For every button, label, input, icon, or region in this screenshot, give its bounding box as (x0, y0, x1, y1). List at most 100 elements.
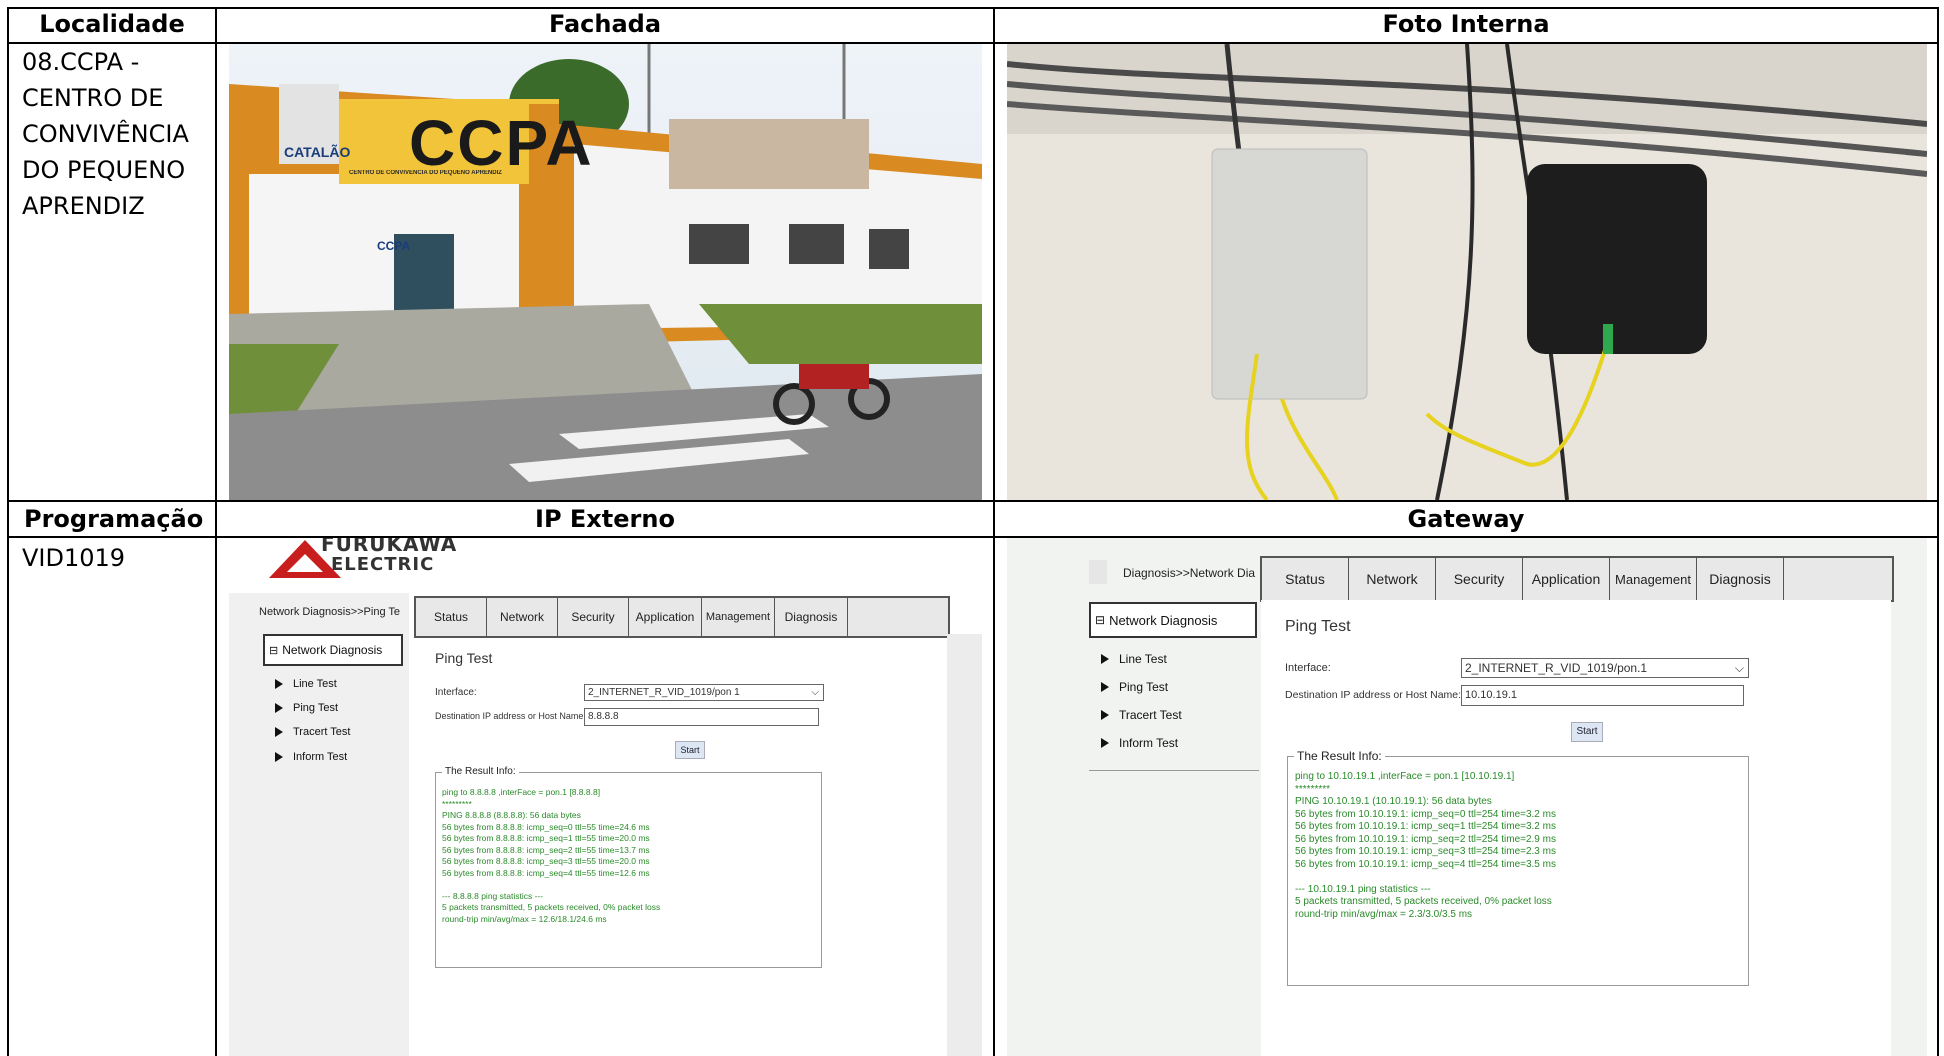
facade-photo: CCPA CENTRO DE CONVIVÊNCIA DO PEQUENO AP… (229, 44, 982, 500)
collapse-icon: ⊟ (1095, 613, 1106, 627)
ip-externo-screenshot: FURUKAWA ELECTRIC Network Diagnosis>>Pin… (229, 538, 982, 1056)
tab-application[interactable]: Application (629, 598, 702, 636)
tab-status[interactable]: Status (1262, 558, 1349, 600)
result-box: The Result Info: ping to 10.10.19.1 ,int… (1287, 749, 1749, 986)
result-line: 56 bytes from 10.10.19.1: icmp_seq=0 ttl… (1295, 808, 1556, 820)
interface-select[interactable]: 2_INTERNET_R_VID_1019/pon.1 ⌵ (1461, 658, 1749, 678)
chevron-down-icon: ⌵ (811, 687, 819, 698)
collapse-icon: ⊟ (269, 644, 279, 657)
sidebar-item-inform-test[interactable]: Inform Test (275, 751, 347, 763)
arrow-right-icon (275, 727, 283, 737)
arrow-right-icon (1101, 682, 1109, 692)
tab-diagnosis[interactable]: Diagnosis (1697, 558, 1784, 600)
result-line (442, 879, 660, 891)
sidebar-item-line-test[interactable]: Line Test (1101, 652, 1167, 666)
right-gutter (947, 634, 982, 1056)
dest-label: Destination IP address or Host Name: (1285, 689, 1462, 701)
result-line: 56 bytes from 8.8.8.8: icmp_seq=4 ttl=55… (442, 867, 650, 878)
sidebar-item-ping-test[interactable]: Ping Test (1101, 680, 1168, 694)
table-line-top (7, 7, 1939, 9)
result-line: 56 bytes from 10.10.19.1: icmp_seq=2 ttl… (1295, 833, 1556, 845)
result-line: 56 bytes from 8.8.8.8: icmp_seq=1 ttl=55… (442, 833, 650, 843)
result-line: ping to 8.8.8.8 ,interFace = pon.1 [8.8.… (442, 787, 601, 797)
side-header-network-diagnosis[interactable]: ⊟ Network Diagnosis (263, 634, 403, 666)
facade-sign-main: CCPA (409, 107, 594, 179)
breadcrumb: Diagnosis>>Network Dia (1123, 566, 1256, 580)
result-line: 5 packets transmitted, 5 packets receive… (1295, 896, 1552, 907)
tab-status[interactable]: Status (416, 598, 487, 636)
result-line: 56 bytes from 8.8.8.8: icmp_seq=3 ttl=55… (442, 856, 650, 866)
result-line: 56 bytes from 10.10.19.1: icmp_seq=1 ttl… (1295, 821, 1556, 832)
arrow-right-icon (275, 752, 283, 762)
tab-diagnosis[interactable]: Diagnosis (775, 598, 848, 636)
facade-illustration (229, 44, 982, 500)
internal-illustration (1007, 44, 1927, 500)
sidebar-item-tracert-test[interactable]: Tracert Test (275, 726, 350, 738)
result-line: --- 8.8.8.8 ping statistics --- (442, 890, 544, 901)
result-title: The Result Info: (1294, 749, 1385, 763)
arrow-right-icon (1101, 738, 1109, 748)
breadcrumb: Network Diagnosis>>Ping Te (259, 606, 401, 618)
tab-management[interactable]: Management (1610, 558, 1697, 600)
result-line: ********* (442, 798, 472, 809)
ip-tabs: Status Network Security Application Mana… (414, 596, 950, 638)
dest-input[interactable]: 10.10.19.1 (1461, 685, 1744, 706)
result-line: round-trip min/avg/max = 12.6/18.1/24.6 … (442, 913, 607, 924)
dest-label: Destination IP address or Host Name: (435, 711, 586, 721)
arrow-right-icon (1101, 710, 1109, 720)
tab-security[interactable]: Security (1436, 558, 1523, 600)
sidebar-item-line-test[interactable]: Line Test (275, 678, 337, 690)
result-line: ********* (1295, 783, 1331, 795)
result-line: 56 bytes from 10.10.19.1: icmp_seq=4 ttl… (1295, 858, 1556, 870)
gw-sidebar: ⊟ Network Diagnosis Line Test Ping Test … (1089, 602, 1259, 782)
tab-network[interactable]: Network (487, 598, 558, 636)
sidebar-item-inform-test[interactable]: Inform Test (1101, 736, 1178, 750)
header-ip-externo: IP Externo (535, 505, 675, 533)
header-gateway: Gateway (1407, 505, 1525, 533)
side-header-network-diagnosis[interactable]: ⊟ Network Diagnosis (1089, 602, 1257, 638)
result-line (1295, 871, 1556, 884)
interface-label: Interface: (435, 687, 477, 698)
header-localidade: Localidade (39, 10, 185, 38)
arrow-right-icon (275, 679, 283, 689)
dest-input[interactable]: 8.8.8.8 (584, 708, 819, 726)
facade-logo-text: CATALÃO (284, 144, 351, 160)
result-line: round-trip min/avg/max = 2.3/3.0/3.5 ms (1295, 908, 1473, 920)
result-lines: ping to 10.10.19.1 ,interFace = pon.1 [1… (1295, 771, 1556, 921)
result-line: ping to 10.10.19.1 ,interFace = pon.1 [1… (1295, 771, 1515, 782)
result-line: PING 10.10.19.1 (10.10.19.1): 56 data by… (1295, 796, 1492, 807)
programacao-value: VID1019 (22, 544, 126, 572)
table-line-right (1937, 7, 1939, 1056)
side-header-label: Network Diagnosis (282, 643, 383, 657)
sidebar-item-ping-test[interactable]: Ping Test (275, 702, 338, 714)
brand-line2: ELECTRIC (331, 554, 435, 575)
side-header-label: Network Diagnosis (1109, 612, 1218, 628)
sidebar-item-tracert-test[interactable]: Tracert Test (1101, 708, 1182, 722)
tab-management[interactable]: Management (702, 598, 775, 636)
result-line: 5 packets transmitted, 5 packets receive… (442, 902, 661, 912)
start-button[interactable]: Start (1571, 722, 1603, 742)
start-button[interactable]: Start (675, 741, 705, 759)
facade-door-sign: CCPA (377, 239, 411, 253)
ip-sidebar: ⊟ Network Diagnosis Line Test Ping Test … (263, 634, 409, 834)
result-title: The Result Info: (442, 766, 519, 777)
header-programacao: Programação (24, 505, 204, 533)
home-icon (1089, 560, 1107, 584)
sidebar-divider (1089, 770, 1259, 771)
result-line: 56 bytes from 8.8.8.8: icmp_seq=2 ttl=55… (442, 844, 650, 855)
result-line: PING 8.8.8.8 (8.8.8.8): 56 data bytes (442, 810, 581, 820)
tab-security[interactable]: Security (558, 598, 629, 636)
table-line-row1-bottom (7, 500, 1939, 502)
interface-select[interactable]: 2_INTERNET_R_VID_1019/pon 1 ⌵ (584, 684, 824, 701)
facade-sign-sub: CENTRO DE CONVIVÊNCIA DO PEQUENO APRENDI… (349, 170, 502, 176)
gw-tabs: Status Network Security Application Mana… (1260, 556, 1894, 602)
tab-application[interactable]: Application (1523, 558, 1610, 600)
arrow-right-icon (275, 703, 283, 713)
result-lines: ping to 8.8.8.8 ,interFace = pon.1 [8.8.… (442, 787, 660, 925)
header-fachada: Fachada (548, 10, 662, 38)
localidade-text: 08.CCPA - CENTRO DE CONVIVÊNCIA DO PEQUE… (22, 48, 189, 220)
gateway-screenshot: Diagnosis>>Network Dia Status Network Se… (1007, 538, 1927, 1056)
result-box: The Result Info: ping to 8.8.8.8 ,interF… (435, 766, 822, 968)
tab-network[interactable]: Network (1349, 558, 1436, 600)
arrow-right-icon (1101, 654, 1109, 664)
